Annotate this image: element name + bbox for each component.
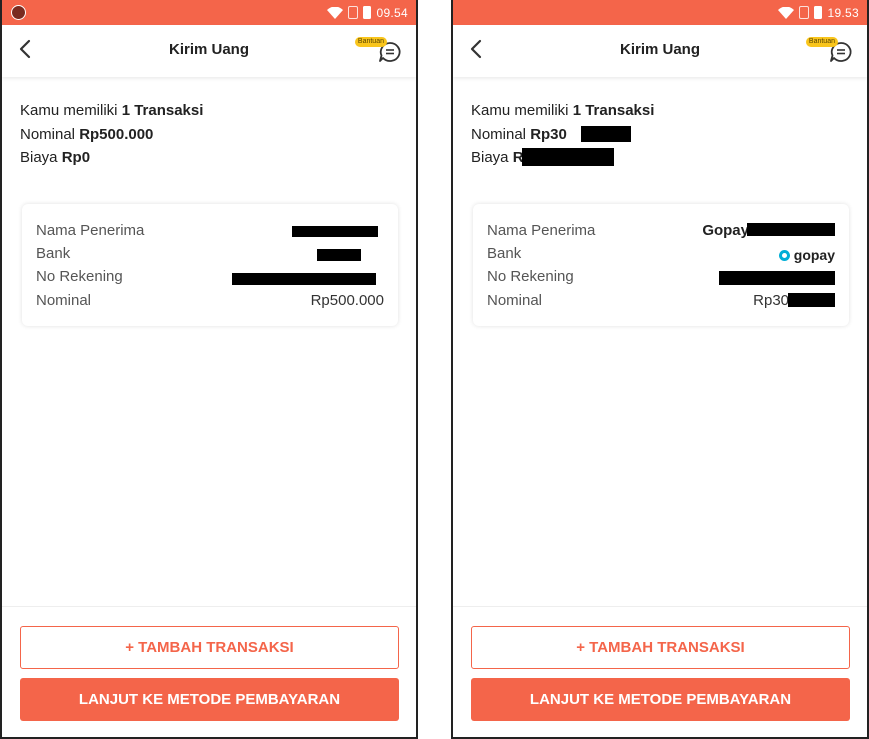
redacted-account-number [232,273,376,285]
divider [453,606,867,607]
gopay-logo: gopay [778,245,835,265]
fee-value: Rp0 [61,149,91,166]
app-bar: Kirim Uang Bantuan [453,25,867,77]
wifi-icon [327,6,344,19]
account-label: No Rekening [487,268,574,285]
redacted-fee [522,148,614,166]
amount-value: Rp500.000 [310,292,384,309]
transaction-summary: Kamu memiliki 1 Transaksi Nominal Rp30 B… [471,99,654,170]
detail-row-bank: Bank gopay [487,245,835,268]
add-transaction-button[interactable]: + TAMBAH TRANSAKSI [471,626,850,669]
help-badge: Bantuan [354,37,387,47]
amount-value: Rp30 [753,292,789,309]
detail-row-amount: Nominal Rp500.000 [36,292,384,315]
divider [2,606,416,607]
transaction-detail-card[interactable]: Nama Penerima Gopay Bank gopay No Rekeni… [473,204,849,326]
transaction-count: 1 Transaksi [572,102,655,119]
transaction-detail-card[interactable]: Nama Penerima Bank No Rekening Nominal R… [22,204,398,326]
status-icons: 09.54 [327,4,408,21]
status-bar: 19.53 [453,0,867,25]
battery-icon [363,6,372,19]
nominal-total: Rp30 [530,125,567,143]
bank-label: Bank [487,245,522,262]
recipient-value: Gopay [702,222,749,239]
redacted-amount [788,293,835,307]
transaction-count: 1 Transaksi [121,102,204,119]
redacted-recipient [747,223,835,236]
status-bar: 09.54 [2,0,416,25]
redacted-nominal [581,125,631,142]
app-notification-icon [11,5,26,20]
redacted-bank [317,249,361,261]
bank-label: Bank [36,245,71,262]
nominal-line: Nominal Rp30 [471,123,654,147]
phone-screen-right: 19.53 Kirim Uang Bantuan Kamu memiliki 1… [451,0,869,739]
nominal-total: Rp500.000 [79,125,154,143]
no-sim-icon [348,6,359,19]
amount-label: Nominal [36,292,92,309]
recipient-label: Nama Penerima [487,222,596,239]
fee-line: Biaya Rp0 [20,149,91,166]
detail-row-recipient: Nama Penerima Gopay [487,222,835,245]
page-title: Kirim Uang [168,41,249,58]
wifi-icon [778,6,795,19]
gopay-logo-icon [778,249,790,261]
detail-row-account: No Rekening [487,268,835,291]
help-badge: Bantuan [805,37,838,47]
app-bar: Kirim Uang Bantuan [2,25,416,77]
continue-payment-button[interactable]: LANJUT KE METODE PEMBAYARAN [20,678,399,721]
detail-row-recipient: Nama Penerima [36,222,384,245]
transaction-count-line: Kamu memiliki 1 Transaksi [471,102,655,119]
add-transaction-button[interactable]: + TAMBAH TRANSAKSI [20,626,399,669]
phone-screen-left: 09.54 Kirim Uang Bantuan Kamu memiliki 1… [0,0,418,739]
detail-row-account: No Rekening [36,268,384,291]
detail-row-amount: Nominal Rp30 [487,292,835,315]
transaction-count-line: Kamu memiliki 1 Transaksi [20,102,204,119]
continue-payment-button[interactable]: LANJUT KE METODE PEMBAYARAN [471,678,850,721]
recipient-label: Nama Penerima [36,222,145,239]
page-title: Kirim Uang [619,41,700,58]
transaction-summary: Kamu memiliki 1 Transaksi Nominal Rp500.… [20,99,203,170]
nominal-line: Nominal Rp500.000 [20,125,154,143]
account-label: No Rekening [36,268,123,285]
status-icons: 19.53 [778,4,859,21]
detail-row-bank: Bank [36,245,384,268]
redacted-recipient [292,226,378,237]
fee-line: Biaya R [471,146,654,170]
amount-label: Nominal [487,292,543,309]
redacted-account-number [719,271,835,285]
no-sim-icon [799,6,810,19]
battery-icon [814,6,823,19]
status-time: 09.54 [376,5,408,20]
status-time: 19.53 [827,5,859,20]
